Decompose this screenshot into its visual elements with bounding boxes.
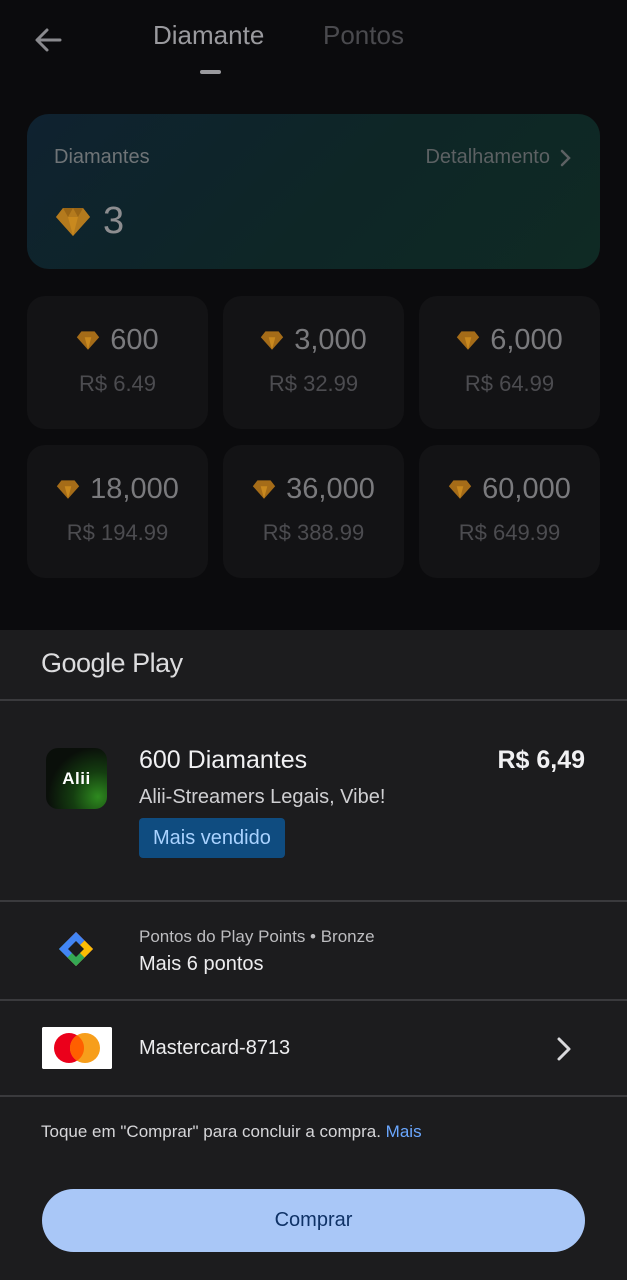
package-amount: 18,000 bbox=[90, 473, 179, 505]
divider bbox=[0, 999, 627, 1001]
detail-link-label: Detalhamento bbox=[425, 146, 550, 168]
diamond-icon bbox=[252, 480, 276, 499]
diamond-store-screen: Diamante Pontos Diamantes Detalhamento 3… bbox=[0, 0, 627, 630]
package-price: R$ 6.49 bbox=[78, 371, 157, 396]
play-points-value: Mais 6 pontos bbox=[139, 953, 264, 975]
package-card[interactable]: 18,000 R$ 194.99 bbox=[27, 445, 208, 578]
buy-button[interactable]: Comprar bbox=[42, 1189, 585, 1252]
divider bbox=[0, 900, 627, 902]
back-arrow-icon[interactable] bbox=[30, 22, 66, 58]
balance-value: 3 bbox=[103, 200, 125, 242]
mastercard-icon bbox=[42, 1027, 112, 1069]
balance-label: Diamantes bbox=[54, 146, 150, 168]
package-price: R$ 388.99 bbox=[262, 520, 365, 545]
diamond-icon bbox=[457, 331, 480, 350]
payment-method-label: Mastercard-8713 bbox=[139, 1037, 291, 1059]
tab-pontos[interactable]: Pontos bbox=[323, 20, 404, 51]
package-card[interactable]: 60,000 R$ 649.99 bbox=[419, 445, 600, 578]
divider bbox=[0, 699, 627, 701]
purchase-terms: Toque em "Comprar" para concluir a compr… bbox=[41, 1122, 422, 1142]
product-subtitle: Alii-Streamers Legais, Vibe! bbox=[139, 786, 386, 808]
divider bbox=[0, 1095, 627, 1097]
diamond-icon bbox=[56, 207, 90, 236]
chevron-right-icon bbox=[560, 149, 571, 166]
play-points-icon bbox=[59, 932, 93, 966]
package-amount: 6,000 bbox=[490, 324, 563, 356]
package-price: R$ 64.99 bbox=[464, 371, 555, 396]
package-price: R$ 649.99 bbox=[458, 520, 561, 545]
detail-link[interactable]: Detalhamento bbox=[425, 146, 572, 169]
chevron-right-icon bbox=[557, 1037, 571, 1061]
package-card[interactable]: 6,000 R$ 64.99 bbox=[419, 296, 600, 429]
package-amount: 3,000 bbox=[294, 324, 367, 356]
package-price: R$ 194.99 bbox=[66, 520, 169, 545]
best-seller-badge: Mais vendido bbox=[139, 818, 285, 858]
more-link[interactable]: Mais bbox=[386, 1122, 422, 1141]
product-price: R$ 6,49 bbox=[497, 746, 585, 774]
diamond-icon bbox=[261, 331, 284, 350]
balance-card: Diamantes Detalhamento 3 bbox=[27, 114, 600, 269]
package-card[interactable]: 3,000 R$ 32.99 bbox=[223, 296, 404, 429]
app-icon: Alii bbox=[46, 748, 107, 809]
product-title: 600 Diamantes bbox=[139, 746, 308, 774]
package-amount: 36,000 bbox=[286, 473, 375, 505]
package-price: R$ 32.99 bbox=[268, 371, 359, 396]
tab-indicator bbox=[200, 70, 221, 74]
package-amount: 60,000 bbox=[482, 473, 571, 505]
package-card[interactable]: 600 R$ 6.49 bbox=[27, 296, 208, 429]
purchase-terms-text: Toque em "Comprar" para concluir a compr… bbox=[41, 1122, 381, 1141]
diamond-icon bbox=[448, 480, 472, 499]
diamond-icon bbox=[77, 331, 100, 350]
package-amount: 600 bbox=[110, 324, 159, 356]
balance-row: 3 bbox=[55, 200, 124, 243]
package-grid: 600 R$ 6.49 3,000 R$ 32.99 6,000 R$ 64.9… bbox=[27, 296, 600, 578]
tab-diamante[interactable]: Diamante bbox=[153, 20, 264, 51]
google-play-logo: Google Play bbox=[41, 648, 183, 678]
google-play-purchase-sheet: Google Play Alii 600 Diamantes R$ 6,49 A… bbox=[0, 630, 627, 1280]
diamond-icon bbox=[56, 480, 80, 499]
play-points-title: Pontos do Play Points • Bronze bbox=[139, 927, 375, 946]
package-card[interactable]: 36,000 R$ 388.99 bbox=[223, 445, 404, 578]
